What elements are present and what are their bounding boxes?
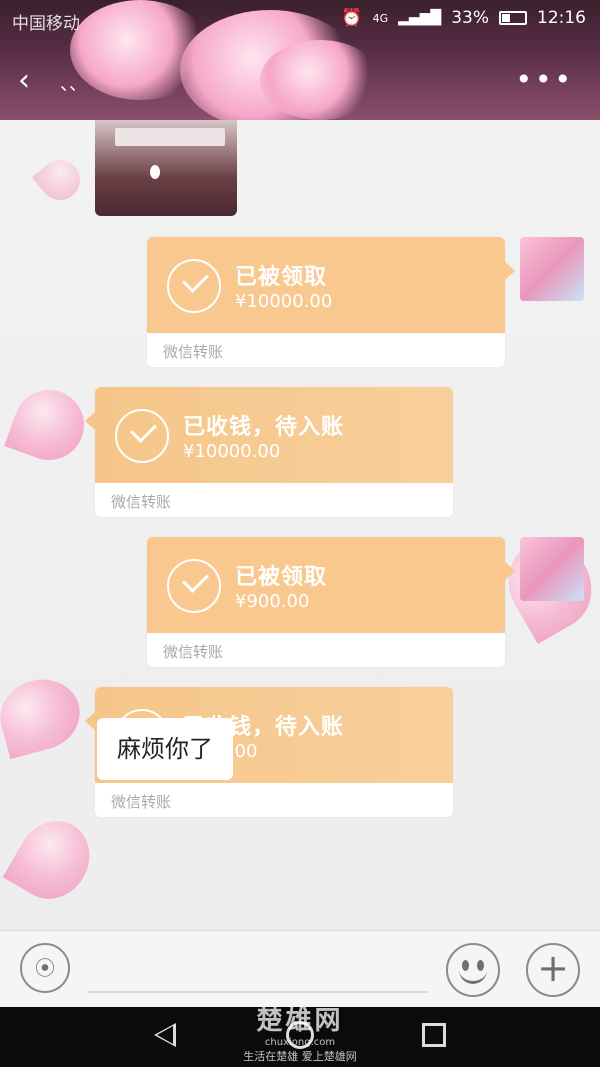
nav-back-icon[interactable] xyxy=(154,1023,176,1047)
emoji-icon[interactable] xyxy=(446,943,500,997)
transfer-card-body: 已被领取 ¥900.00 xyxy=(147,537,505,633)
transfer-card-body: 已收钱，待入账 ¥10000.00 xyxy=(95,387,453,483)
watermark-domain: chuxiong.com xyxy=(264,1037,336,1048)
bubble-tail xyxy=(85,712,95,730)
text-message[interactable]: 麻烦你了 xyxy=(97,718,233,780)
petal-decoration xyxy=(4,380,94,470)
back-chevron-icon[interactable]: ‹ xyxy=(18,66,48,96)
image-message[interactable] xyxy=(95,120,237,216)
chat-title: 、、 xyxy=(60,74,87,95)
more-dots-icon[interactable]: ••• xyxy=(515,66,574,94)
status-icons: ⏰ 4G ▂▄▆█ 33% 12:16 xyxy=(341,8,586,28)
watermark-slogan: 生活在楚雄 爱上楚雄网 xyxy=(243,1050,357,1063)
transfer-message[interactable]: 已收钱，待入账 ¥10000.00 微信转账 xyxy=(95,387,453,517)
clock-time: 12:16 xyxy=(537,8,586,28)
transfer-message[interactable]: 已被领取 ¥10000.00 微信转账 xyxy=(147,237,505,367)
network-label: 4G xyxy=(372,11,389,25)
image-content xyxy=(115,128,225,146)
transfer-message[interactable]: 已被领取 ¥900.00 微信转账 xyxy=(147,537,505,667)
check-circle-icon xyxy=(167,259,221,313)
voice-icon[interactable]: ⦿ xyxy=(20,943,70,993)
emoji-smile xyxy=(459,967,487,984)
petal-decoration xyxy=(260,40,380,120)
message-input[interactable] xyxy=(88,991,428,993)
transfer-footer: 微信转账 xyxy=(163,643,224,661)
transfer-amount: ¥10000.00 xyxy=(183,441,281,462)
chat-area[interactable]: 已被领取 ¥10000.00 微信转账 已收钱，待入账 ¥10000.00 微信… xyxy=(0,120,600,930)
check-circle-icon xyxy=(167,559,221,613)
petal-decoration xyxy=(2,807,104,913)
image-content xyxy=(150,165,160,179)
transfer-footer: 微信转账 xyxy=(111,493,172,511)
status-bar: 中国移动 ⏰ 4G ▂▄▆█ 33% 12:16 xyxy=(0,0,600,40)
transfer-card-body: 已被领取 ¥10000.00 xyxy=(147,237,505,333)
transfer-status: 已被领取 xyxy=(235,265,328,290)
battery-icon xyxy=(499,11,527,25)
carrier-label: 中国移动 xyxy=(12,14,80,34)
my-avatar[interactable] xyxy=(520,237,584,301)
alarm-icon: ⏰ xyxy=(341,8,363,28)
bubble-tail xyxy=(505,262,515,280)
petal-decoration xyxy=(31,151,89,209)
watermark-logo: 楚雄网 xyxy=(256,1006,344,1036)
nav-recents-icon[interactable] xyxy=(422,1023,446,1047)
signal-icon: ▂▄▆█ xyxy=(398,10,442,26)
petal-decoration xyxy=(0,670,88,760)
transfer-footer: 微信转账 xyxy=(111,793,172,811)
plus-icon[interactable]: + xyxy=(526,943,580,997)
transfer-amount: ¥900.00 xyxy=(235,591,310,612)
transfer-footer: 微信转账 xyxy=(163,343,224,361)
my-avatar[interactable] xyxy=(520,537,584,601)
check-circle-icon xyxy=(115,409,169,463)
watermark: 楚雄网 chuxiong.com 生活在楚雄 爱上楚雄网 xyxy=(230,1000,370,1064)
bubble-tail xyxy=(505,562,515,580)
transfer-status: 已被领取 xyxy=(235,565,328,590)
bubble-tail xyxy=(85,412,95,430)
input-bar: ⦿ + xyxy=(0,930,600,1008)
transfer-amount: ¥10000.00 xyxy=(235,291,333,312)
transfer-status: 已收钱，待入账 xyxy=(183,415,345,440)
battery-percent: 33% xyxy=(451,8,489,28)
